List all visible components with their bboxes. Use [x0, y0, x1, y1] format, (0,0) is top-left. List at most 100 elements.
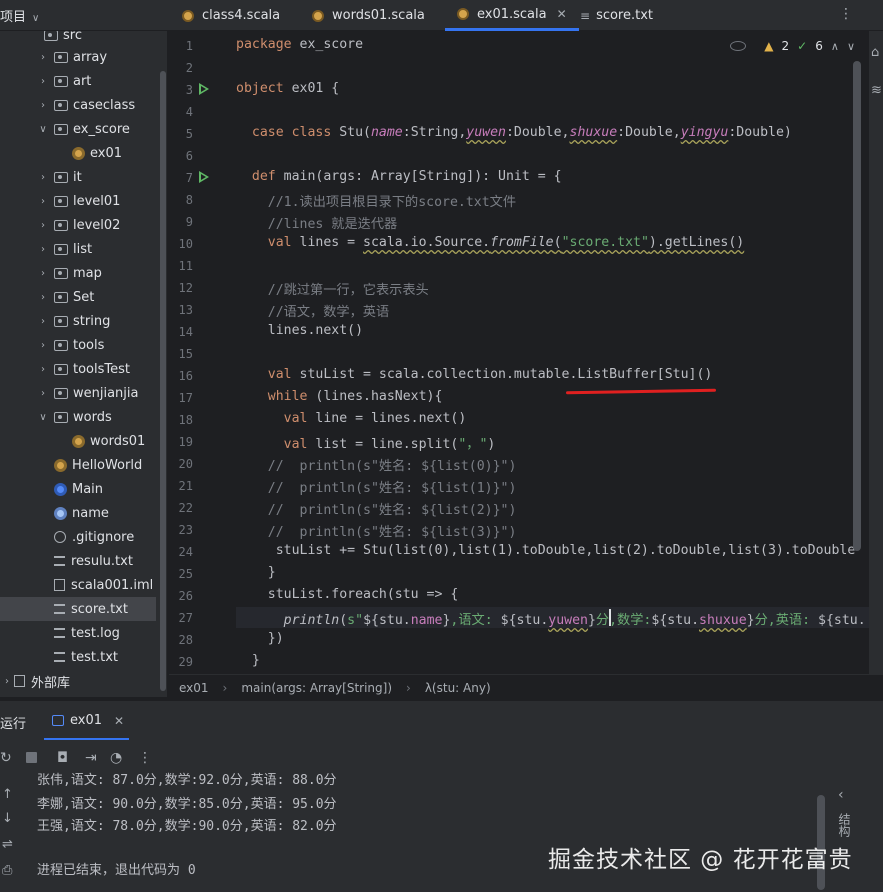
arrow-down-icon[interactable]: ↓ [2, 811, 13, 826]
tree-item-words[interactable]: ∨ words [36, 405, 111, 429]
inspection-widget[interactable]: ▲ 2 ✓ 6 ∧ ∨ [730, 39, 855, 53]
tree-item-set[interactable]: › Set [36, 285, 94, 309]
stop-icon[interactable] [26, 752, 37, 763]
tree-item-name[interactable]: name [54, 501, 109, 525]
chevron-right-icon[interactable]: › [36, 268, 50, 279]
annotation-underline [565, 388, 717, 395]
tree-item-string[interactable]: › string [36, 309, 110, 333]
run-tab-ex01[interactable]: ex01 ✕ [52, 713, 124, 728]
chevron-down-icon[interactable]: ∨ [36, 412, 50, 423]
chevron-left-icon[interactable]: ‹ [838, 787, 844, 803]
chevron-right-icon[interactable]: › [36, 388, 50, 399]
chevron-right-icon[interactable]: › [36, 316, 50, 327]
warning-icon: ▲ [764, 39, 774, 53]
tree-label: art [73, 73, 92, 89]
arrow-up-icon[interactable]: ↑ [2, 787, 13, 802]
tree-label: wenjianjia [73, 385, 139, 401]
chevron-down-icon[interactable]: ∨ [36, 124, 50, 135]
line-number: 18 [178, 413, 193, 427]
tree-label: scala001.iml [71, 577, 154, 593]
tree-item-resulu-txt[interactable]: resulu.txt [54, 549, 133, 573]
tree-item-ex01[interactable]: ex01 [72, 141, 122, 165]
tree-item-helloworld[interactable]: HelloWorld [54, 453, 142, 477]
right-tool-strip: ⌂ ≋ [869, 31, 883, 691]
print-icon[interactable]: ⎙ [2, 863, 12, 878]
code-editor[interactable]: 1 2 3 4 5 6 7 8 9 10 11 12 13 14 15 16 17 18 19 20 21 22 23 24 2… [169, 31, 883, 674]
breadcrumb-item[interactable]: ex01 [179, 681, 209, 695]
tree-item-art[interactable]: › art [36, 69, 91, 93]
more-options-icon[interactable]: ⋮ [839, 6, 853, 22]
tab-label: score.txt [596, 8, 654, 23]
code-line-19: val list = line.split("，") [236, 437, 496, 452]
run-config-icon [52, 715, 64, 726]
notifications-icon[interactable]: ⌂ [871, 45, 879, 60]
tree-item-wenjianjia[interactable]: › wenjianjia [36, 381, 139, 405]
database-icon[interactable]: ≋ [871, 83, 882, 98]
exit-icon[interactable]: ⇥ [85, 750, 97, 766]
tree-item-array[interactable]: › array [36, 45, 107, 69]
tree-item-it[interactable]: › it [36, 165, 82, 189]
line-number: 13 [178, 303, 193, 317]
line-number: 14 [178, 325, 193, 339]
chevron-right-icon[interactable]: › [36, 100, 50, 111]
profiler-icon[interactable]: ◔ [110, 750, 122, 766]
tree-item-score-txt[interactable]: score.txt [0, 597, 156, 621]
tree-item-external-libraries[interactable]: › 外部库 [0, 669, 70, 693]
folder-icon [44, 31, 58, 41]
tree-item-scala001-iml[interactable]: scala001.iml [54, 573, 153, 597]
chevron-down-icon[interactable]: ∨ [847, 40, 855, 53]
project-label: 项目 [0, 10, 27, 25]
tree-item-toolstest[interactable]: › toolsTest [36, 357, 130, 381]
line-number: 16 [178, 369, 193, 383]
structure-tool-label[interactable]: 结构 [836, 813, 853, 837]
tab-score-txt[interactable]: ≡ score.txt [580, 0, 653, 31]
run-main-icon[interactable] [199, 171, 209, 183]
run-console[interactable]: ↑ ↓ ⇌ ⎙ 张伟,语文: 87.0分,数学:92.0分,英语: 88.0分 … [0, 773, 883, 892]
chevron-right-icon[interactable]: › [36, 196, 50, 207]
code-line-1: package ex_score [236, 37, 364, 52]
tree-item-main[interactable]: Main [54, 477, 103, 501]
text-file-icon [54, 556, 65, 566]
chevron-right-icon[interactable]: › [36, 292, 50, 303]
tab-class4[interactable]: class4.scala [182, 0, 280, 31]
code-line-14: lines.next() [236, 323, 364, 338]
sidebar-scrollbar[interactable] [160, 71, 166, 691]
tab-ex01[interactable]: ex01.scala ✕ [445, 0, 579, 31]
more-options-icon[interactable]: ⋮ [138, 750, 152, 766]
chevron-right-icon[interactable]: › [0, 676, 14, 687]
close-icon[interactable]: ✕ [114, 714, 124, 728]
breadcrumb-item[interactable]: main(args: Array[String]) [241, 681, 392, 695]
tree-item-tools[interactable]: › tools [36, 333, 104, 357]
chevron-up-icon[interactable]: ∧ [831, 40, 839, 53]
text-file-icon [54, 604, 65, 614]
editor-scrollbar[interactable] [853, 61, 861, 551]
tab-words01[interactable]: words01.scala [312, 0, 425, 31]
tree-item-map[interactable]: › map [36, 261, 102, 285]
run-object-icon[interactable] [199, 83, 209, 95]
chevron-right-icon[interactable]: › [36, 364, 50, 375]
tree-item-list[interactable]: › list [36, 237, 92, 261]
chevron-right-icon[interactable]: › [36, 220, 50, 231]
camera-icon[interactable]: ◘ [57, 750, 68, 766]
rerun-icon[interactable]: ↻ [0, 750, 12, 766]
line-number: 4 [185, 105, 193, 119]
soft-wrap-icon[interactable]: ⇌ [2, 837, 13, 852]
text-caret [609, 609, 611, 626]
tree-item-words01[interactable]: words01 [72, 429, 145, 453]
tree-item-test-txt[interactable]: test.txt [54, 645, 118, 669]
chevron-right-icon[interactable]: › [36, 244, 50, 255]
close-icon[interactable]: ✕ [557, 7, 567, 21]
chevron-right-icon[interactable]: › [36, 172, 50, 183]
tree-item-level01[interactable]: › level01 [36, 189, 120, 213]
tree-item-level02[interactable]: › level02 [36, 213, 120, 237]
tree-item-ex-score[interactable]: ∨ ex_score [36, 117, 130, 141]
tree-item-test-log[interactable]: test.log [54, 621, 120, 645]
breadcrumb-item[interactable]: λ(stu: Any) [425, 681, 491, 695]
chevron-right-icon[interactable]: › [36, 340, 50, 351]
tree-item-gitignore[interactable]: .gitignore [54, 525, 134, 549]
chevron-right-icon[interactable]: › [36, 52, 50, 63]
project-menu[interactable]: 项目 ∨ [0, 6, 39, 25]
chevron-right-icon[interactable]: › [36, 76, 50, 87]
tree-item-caseclass[interactable]: › caseclass [36, 93, 135, 117]
reader-mode-icon[interactable] [730, 41, 747, 51]
